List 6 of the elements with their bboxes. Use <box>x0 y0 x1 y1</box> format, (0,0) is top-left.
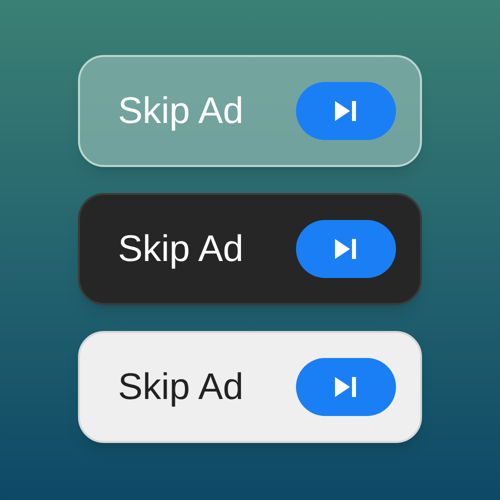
skip-next-icon <box>335 377 357 397</box>
skip-ad-label: Skip Ad <box>118 89 244 134</box>
skip-next-icon <box>335 239 357 259</box>
skip-ad-label: Skip Ad <box>118 365 244 410</box>
skip-ad-label: Skip Ad <box>118 227 244 272</box>
skip-next-icon <box>335 101 357 121</box>
